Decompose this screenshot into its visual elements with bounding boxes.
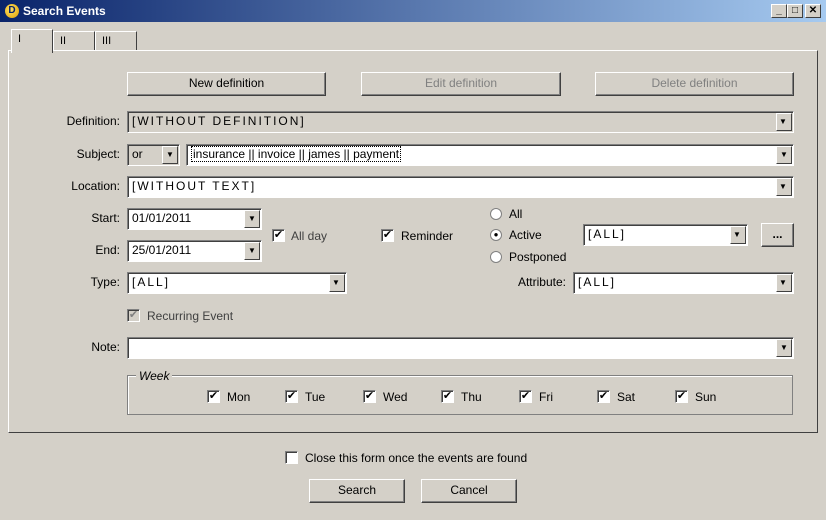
close-form-checkbox[interactable] [285, 451, 298, 464]
type-label: Type: [90, 275, 120, 289]
location-input[interactable]: [WITHOUT TEXT] ▼ [127, 176, 794, 198]
day-thu-label: Thu [461, 390, 482, 404]
app-icon: D [5, 4, 19, 18]
day-tue-label: Tue [305, 390, 326, 404]
more-options-button[interactable]: ... [761, 223, 794, 247]
chevron-down-icon[interactable]: ▼ [776, 146, 792, 164]
chevron-down-icon[interactable]: ▼ [776, 274, 792, 292]
chevron-down-icon[interactable]: ▼ [329, 274, 345, 292]
note-input[interactable]: ▼ [127, 337, 794, 359]
start-date-picker[interactable]: 01/01/2011 ▼ [127, 208, 262, 230]
day-sun-label: Sun [695, 390, 717, 404]
close-button[interactable]: ✕ [805, 4, 821, 18]
day-mon-label: Mon [227, 390, 251, 404]
subject-operator-select[interactable]: or ▼ [127, 144, 180, 166]
reminder-checkbox[interactable]: ✔ [381, 229, 394, 242]
chevron-down-icon[interactable]: ▼ [776, 339, 792, 357]
type-value: [ALL] [132, 275, 171, 289]
maximize-button[interactable]: □ [787, 4, 803, 18]
type-select[interactable]: [ALL] ▼ [127, 272, 347, 294]
chevron-down-icon[interactable]: ▼ [730, 226, 746, 244]
recurring-event-label: Recurring Event [147, 309, 234, 323]
day-wed-checkbox[interactable]: ✔ [363, 390, 376, 403]
attribute-label: Attribute: [517, 275, 566, 289]
day-wed-label: Wed [383, 390, 408, 404]
start-date-value: 01/01/2011 [132, 211, 192, 225]
day-thu-checkbox[interactable]: ✔ [441, 390, 454, 403]
tab-2[interactable]: II [53, 31, 95, 51]
subject-label: Subject: [76, 147, 120, 161]
all-day-checkbox[interactable]: ✔ [272, 229, 285, 242]
location-value: [WITHOUT TEXT] [132, 179, 257, 193]
recurring-event-checkbox[interactable]: ✔ [127, 309, 140, 322]
cancel-button[interactable]: Cancel [421, 479, 517, 503]
definition-label: Definition: [66, 114, 120, 128]
new-definition-button[interactable]: New definition [127, 72, 326, 96]
day-sat-checkbox[interactable]: ✔ [597, 390, 610, 403]
close-form-label: Close this form once the events are foun… [305, 451, 528, 465]
edit-definition-button[interactable]: Edit definition [361, 72, 561, 96]
day-mon-checkbox[interactable]: ✔ [207, 390, 220, 403]
status-select[interactable]: [ALL] ▼ [583, 224, 748, 246]
subject-value: insurance || invoice || james || payment [191, 146, 402, 162]
delete-definition-button[interactable]: Delete definition [595, 72, 794, 96]
attribute-select[interactable]: [ALL] ▼ [573, 272, 794, 294]
chevron-down-icon[interactable]: ▼ [244, 242, 260, 260]
end-date-value: 25/01/2011 [132, 243, 192, 257]
day-sun-checkbox[interactable]: ✔ [675, 390, 688, 403]
search-button[interactable]: Search [309, 479, 405, 503]
minimize-button[interactable]: _ [771, 4, 787, 18]
radio-postponed-label: Postponed [509, 250, 567, 264]
window-title: Search Events [23, 4, 106, 18]
note-label: Note: [91, 340, 120, 354]
attribute-value: [ALL] [578, 275, 617, 289]
radio-postponed[interactable] [490, 251, 502, 263]
all-day-label: All day [291, 229, 328, 243]
subject-operator-value: or [132, 147, 143, 161]
location-label: Location: [71, 179, 120, 193]
end-date-picker[interactable]: 25/01/2011 ▼ [127, 240, 262, 262]
day-fri-label: Fri [539, 390, 553, 404]
subject-input[interactable]: insurance || invoice || james || payment… [186, 144, 794, 166]
radio-all[interactable] [490, 208, 502, 220]
day-tue-checkbox[interactable]: ✔ [285, 390, 298, 403]
chevron-down-icon[interactable]: ▼ [244, 210, 260, 228]
day-fri-checkbox[interactable]: ✔ [519, 390, 532, 403]
chevron-down-icon[interactable]: ▼ [162, 146, 178, 164]
chevron-down-icon[interactable]: ▼ [776, 178, 792, 196]
reminder-label: Reminder [401, 229, 454, 243]
radio-active-label: Active [509, 228, 542, 242]
week-legend: Week [136, 368, 173, 384]
definition-value: [WITHOUT DEFINITION] [132, 114, 306, 128]
chevron-down-icon[interactable]: ▼ [776, 113, 792, 131]
day-sat-label: Sat [617, 390, 636, 404]
radio-active[interactable]: ● [490, 229, 502, 241]
tab-1[interactable]: I [11, 29, 53, 53]
tab-3[interactable]: III [95, 31, 137, 51]
title-bar[interactable]: D Search Events _ □ ✕ [0, 0, 826, 22]
end-label: End: [95, 243, 120, 257]
definition-select[interactable]: [WITHOUT DEFINITION] ▼ [127, 111, 794, 133]
start-label: Start: [91, 211, 120, 225]
radio-all-label: All [509, 207, 523, 221]
status-value: [ALL] [588, 227, 627, 241]
